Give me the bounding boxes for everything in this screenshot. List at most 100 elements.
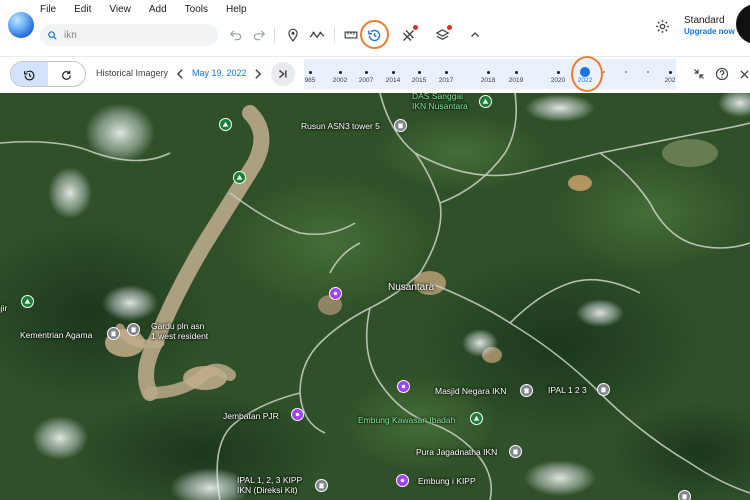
place-name: Rusun ASN3 tower 5 [301, 121, 380, 131]
historical-imagery-button[interactable] [363, 24, 385, 46]
collapse-view-button[interactable] [689, 64, 709, 84]
place-name: njir [0, 303, 8, 313]
jump-to-latest-button[interactable] [271, 62, 295, 86]
timeline-tick-dot[interactable] [647, 71, 649, 73]
timeline-year-label: 2020 [550, 77, 566, 84]
map-style-button[interactable] [431, 24, 453, 46]
timeline-tick-dot[interactable] [444, 70, 448, 74]
place-label-ipal-123[interactable]: IPAL 1 2 3 [548, 385, 587, 395]
timeline-tick-dot[interactable] [556, 70, 560, 74]
place-label-nusantara[interactable]: Nusantara [388, 283, 434, 293]
place-label-gardu-pln[interactable]: Gardu pln asn 1 west resident [151, 321, 208, 341]
menu-add[interactable]: Add [149, 4, 176, 15]
next-date-button[interactable] [251, 65, 265, 83]
place-name: Embung i KIPP [418, 476, 476, 486]
place-name: IPAL 1 2 3 [548, 385, 587, 395]
timeline-year-label: 2019 [508, 77, 524, 84]
settings-button[interactable] [650, 14, 674, 38]
skip-to-end-icon [278, 69, 287, 79]
menu-help[interactable]: Help [226, 4, 256, 15]
timeline-tick-dot[interactable] [625, 71, 627, 73]
avatar[interactable] [736, 4, 750, 44]
toolbar-divider [334, 27, 335, 43]
place-pin-rusun-asn3[interactable] [394, 119, 407, 132]
place-name: Embung Kawasan Ibadah [358, 415, 456, 425]
place-pin-park-north[interactable] [219, 118, 232, 131]
building-icon [111, 331, 116, 337]
notification-dot [413, 25, 418, 30]
map-layers-icon [435, 28, 449, 40]
place-pin-southeast[interactable] [678, 490, 691, 500]
google-earth-logo[interactable] [8, 12, 34, 38]
timeline-tick-dot[interactable] [308, 70, 312, 74]
place-name: Masjid Negara IKN [435, 386, 507, 396]
place-pin-masjid-negara[interactable] [397, 380, 410, 393]
timeline-tick-dot[interactable] [668, 70, 672, 74]
place-label-das-sanggai[interactable]: DAS Sanggai IKN Nusantara [412, 93, 468, 111]
place-pin-gardu-pln[interactable] [127, 323, 140, 336]
menu-tools[interactable]: Tools [185, 4, 217, 15]
menu-file[interactable]: File [40, 4, 65, 15]
timeline-year-label: 2015 [411, 77, 427, 84]
timeline-tick-dot[interactable] [417, 70, 421, 74]
chevron-left-icon [176, 69, 183, 79]
place-pin-ipal-kipp[interactable] [315, 479, 328, 492]
place-pin-ipal-123[interactable] [520, 384, 533, 397]
search-input[interactable]: ikn [64, 30, 77, 41]
timeline-tick-dot[interactable] [391, 70, 395, 74]
historical-mode-button[interactable] [11, 62, 48, 86]
place-label-ipal-kipp[interactable]: IPAL 1, 2, 3 KIPP IKN (Direksi Kit) [237, 475, 302, 495]
current-mode-button[interactable] [48, 62, 85, 86]
place-label-embung-kipp[interactable]: Embung i KIPP [418, 476, 476, 486]
place-pin-das-sanggai[interactable] [479, 95, 492, 108]
place-pin-embung-kipp[interactable] [396, 474, 409, 487]
plan-name: Standard [684, 15, 725, 26]
projects-button[interactable] [397, 24, 419, 46]
satellite-map[interactable]: DAS Sanggai IKN Nusantara Rusun ASN3 tow… [0, 93, 750, 500]
place-name: Gardu pln asn 1 west resident [151, 321, 209, 341]
upgrade-link[interactable]: Upgrade now [684, 27, 735, 36]
undo-button[interactable] [225, 24, 247, 46]
place-label-masjid-negara[interactable]: Masjid Negara IKN [435, 386, 506, 396]
timeline-tick-dot[interactable] [364, 70, 368, 74]
place-pin-kementrian-agama[interactable] [107, 327, 120, 340]
place-pin-jembatan-pjr[interactable] [291, 408, 304, 421]
timeline-slider[interactable]: 985 2002 2007 2014 2015 2017 2018 2019 2020 2022 2… [304, 59, 676, 89]
timeline-tick-dot[interactable] [514, 70, 518, 74]
menu-view[interactable]: View [109, 4, 140, 15]
place-pin-ipal-east[interactable] [597, 383, 610, 396]
add-placemark-button[interactable] [282, 24, 304, 46]
refresh-icon [62, 70, 71, 80]
place-name: Pura Jagadnatha IKN [416, 447, 498, 457]
place-label-kementrian-agama[interactable]: Kementrian Agama [20, 330, 92, 340]
menu-edit[interactable]: Edit [74, 4, 100, 15]
place-label-jembatan-pjr[interactable]: Jembatan PJR [223, 411, 279, 421]
place-label-pura-jagadnatha[interactable]: Pura Jagadnatha IKN [416, 447, 497, 457]
camera-icon [333, 291, 338, 296]
collapse-toolbar-button[interactable] [464, 24, 486, 46]
place-label-njir[interactable]: njir [0, 303, 7, 313]
timeline-year-label: 2007 [358, 77, 374, 84]
timeline-tick-dot[interactable] [338, 70, 342, 74]
close-button[interactable] [734, 64, 750, 84]
place-label-embung-kawasan-ibadah[interactable]: Embung Kawasan Ibadah [358, 415, 455, 425]
previous-date-button[interactable] [173, 65, 187, 83]
timeline-track [304, 59, 676, 89]
timeline-year-label: 2022 [577, 77, 593, 84]
place-pin-park-central[interactable] [233, 171, 246, 184]
add-path-button[interactable] [306, 24, 328, 46]
place-pin-nusantara[interactable] [329, 287, 342, 300]
park-icon [482, 98, 489, 104]
redo-button[interactable] [248, 24, 270, 46]
timeline-selected-thumb[interactable] [580, 67, 590, 77]
place-pin-pura-jagadnatha[interactable] [509, 445, 522, 458]
place-pin-njir[interactable] [21, 295, 34, 308]
timeline-tick-dot[interactable] [603, 71, 605, 73]
place-pin-embung-kawasan-ibadah[interactable] [470, 412, 483, 425]
search-box[interactable]: ikn [40, 24, 218, 46]
timeline-tick-dot[interactable] [486, 70, 490, 74]
help-button[interactable] [712, 64, 732, 84]
measure-button[interactable] [340, 24, 362, 46]
notification-dot [447, 25, 452, 30]
place-label-rusun-asn3[interactable]: Rusun ASN3 tower 5 [301, 121, 380, 131]
